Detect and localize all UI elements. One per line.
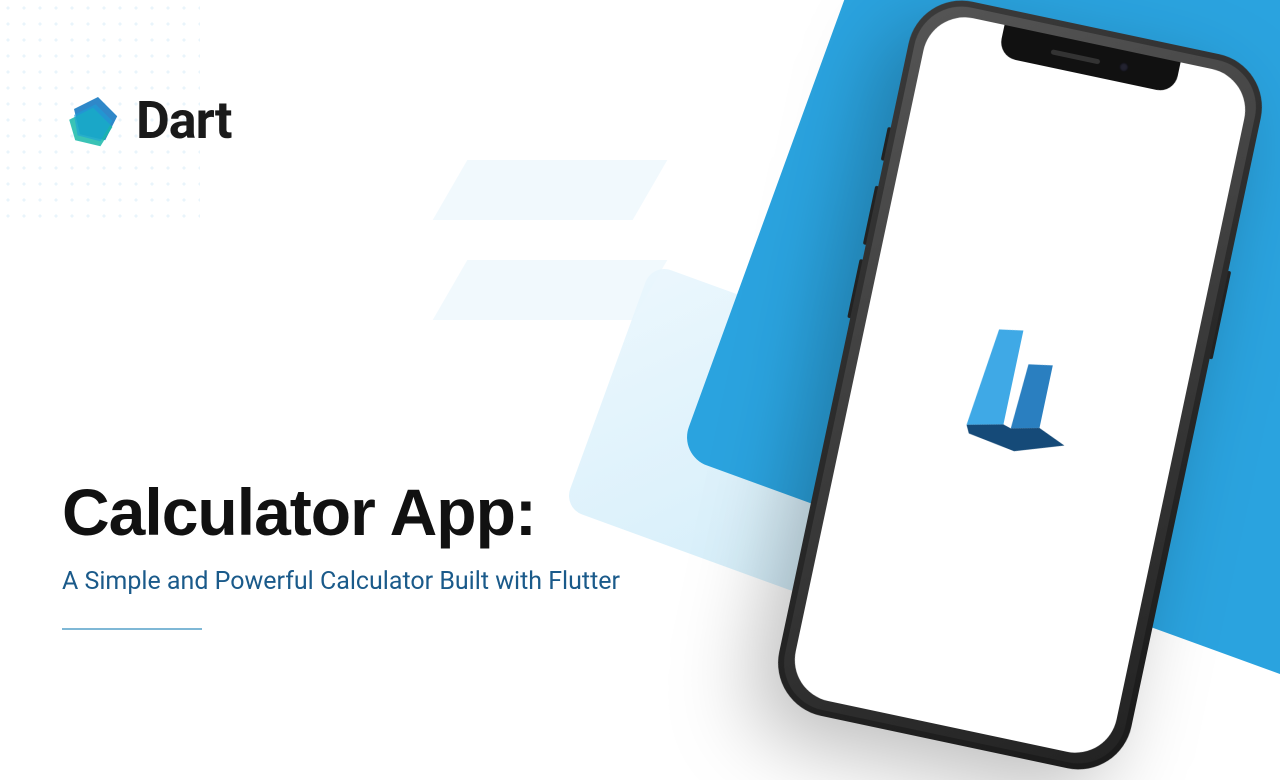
page-subtitle: A Simple and Powerful Calculator Built w… — [62, 566, 620, 599]
phone-camera-icon — [1118, 61, 1129, 72]
title-block: Calculator App: A Simple and Powerful Ca… — [62, 478, 620, 630]
phone-speaker — [1050, 49, 1100, 64]
dart-logo-text: Dart — [136, 90, 232, 151]
title-underline — [62, 628, 202, 630]
page-title: Calculator App: — [62, 478, 620, 547]
dart-logo: Dart — [62, 90, 232, 151]
app-logo-icon — [925, 288, 1116, 482]
dart-logo-icon — [62, 91, 122, 151]
